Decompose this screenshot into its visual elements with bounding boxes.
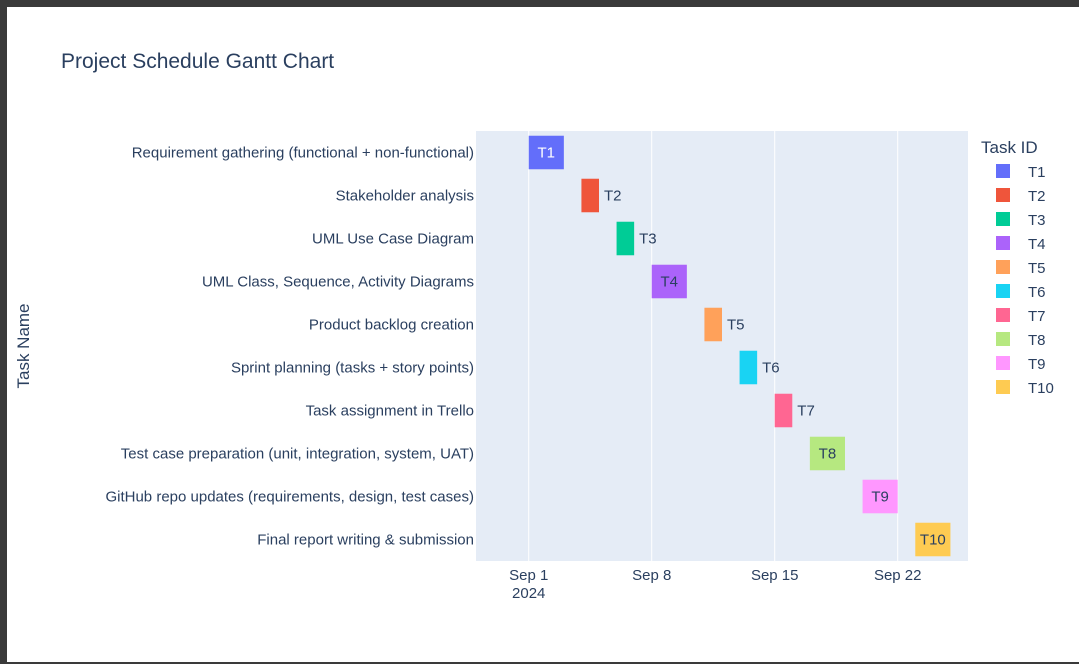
task-bar-label: T6 (762, 360, 780, 377)
legend-label: T10 (1028, 380, 1054, 397)
task-bar-label: T4 (661, 274, 679, 291)
x-tick-label: Sep 15 (751, 567, 799, 584)
legend-item[interactable]: T7 (996, 308, 1046, 325)
x-tick-label: Sep 22 (874, 567, 922, 584)
legend-swatch (996, 212, 1010, 226)
y-tick-label: UML Use Case Diagram (312, 231, 474, 248)
task-bar-label: T7 (797, 403, 815, 420)
legend-item[interactable]: T6 (996, 284, 1046, 301)
legend-swatch (996, 308, 1010, 322)
legend-swatch (996, 188, 1010, 202)
chart-title: Project Schedule Gantt Chart (61, 50, 334, 73)
y-tick-label: Sprint planning (tasks + story points) (231, 360, 474, 377)
task-bar-label: T9 (871, 489, 889, 506)
legend-label: T3 (1028, 212, 1046, 229)
gantt-chart: Project Schedule Gantt Chart Requirement… (14, 50, 1054, 602)
legend-item[interactable]: T10 (996, 380, 1054, 397)
legend-swatch (996, 332, 1010, 346)
task-bar-label: T2 (604, 188, 622, 205)
legend-item[interactable]: T1 (996, 164, 1046, 181)
task-bar[interactable] (704, 307, 722, 342)
y-tick-label: GitHub repo updates (requirements, desig… (105, 489, 474, 506)
legend-item[interactable]: T2 (996, 188, 1046, 205)
task-bar-label: T5 (727, 317, 745, 334)
task-bar[interactable] (774, 393, 793, 428)
legend-swatch (996, 260, 1010, 274)
y-tick-label: Product backlog creation (309, 317, 474, 334)
legend-label: T8 (1028, 332, 1046, 349)
task-bar[interactable] (581, 178, 599, 213)
legend[interactable]: T1 T2 T3 T4 T5 T6 T7 T8 T9 T10 (996, 164, 1054, 397)
legend-label: T4 (1028, 236, 1046, 253)
task-bar[interactable] (616, 221, 635, 256)
x-tick-label: Sep 1 (509, 567, 548, 584)
legend-swatch (996, 284, 1010, 298)
y-axis-tick-labels: Requirement gathering (functional + non-… (105, 145, 474, 549)
y-tick-label: Stakeholder analysis (336, 188, 474, 205)
task-bar-label: T1 (538, 145, 556, 162)
y-tick-label: Task assignment in Trello (306, 403, 474, 420)
legend-item[interactable]: T5 (996, 260, 1046, 277)
legend-title[interactable]: Task ID (981, 138, 1038, 157)
x-tick-label: Sep 8 (632, 567, 671, 584)
x-axis-tick-labels: Sep 12024 Sep 8 Sep 15 Sep 22 (509, 567, 921, 602)
legend-item[interactable]: T8 (996, 332, 1046, 349)
task-bar-label: T8 (819, 446, 837, 463)
legend-swatch (996, 356, 1010, 370)
legend-swatch (996, 164, 1010, 178)
task-bar-label: T10 (920, 532, 946, 549)
legend-item[interactable]: T4 (996, 236, 1046, 253)
x-tick-sublabel: 2024 (512, 585, 545, 602)
legend-item[interactable]: T9 (996, 356, 1046, 373)
y-tick-label: Requirement gathering (functional + non-… (132, 145, 474, 162)
legend-swatch (996, 236, 1010, 250)
legend-swatch (996, 380, 1010, 394)
task-bar[interactable] (739, 350, 758, 385)
legend-label: T9 (1028, 356, 1046, 373)
y-tick-label: Test case preparation (unit, integration… (121, 446, 474, 463)
task-bar-label: T3 (639, 231, 657, 248)
legend-item[interactable]: T3 (996, 212, 1046, 229)
y-tick-label: UML Class, Sequence, Activity Diagrams (202, 274, 474, 291)
legend-label: T5 (1028, 260, 1046, 277)
legend-label: T6 (1028, 284, 1046, 301)
y-tick-label: Final report writing & submission (257, 532, 474, 549)
legend-label: T2 (1028, 188, 1046, 205)
y-axis-title: Task Name (14, 303, 33, 388)
legend-label: T1 (1028, 164, 1046, 181)
legend-label: T7 (1028, 308, 1046, 325)
